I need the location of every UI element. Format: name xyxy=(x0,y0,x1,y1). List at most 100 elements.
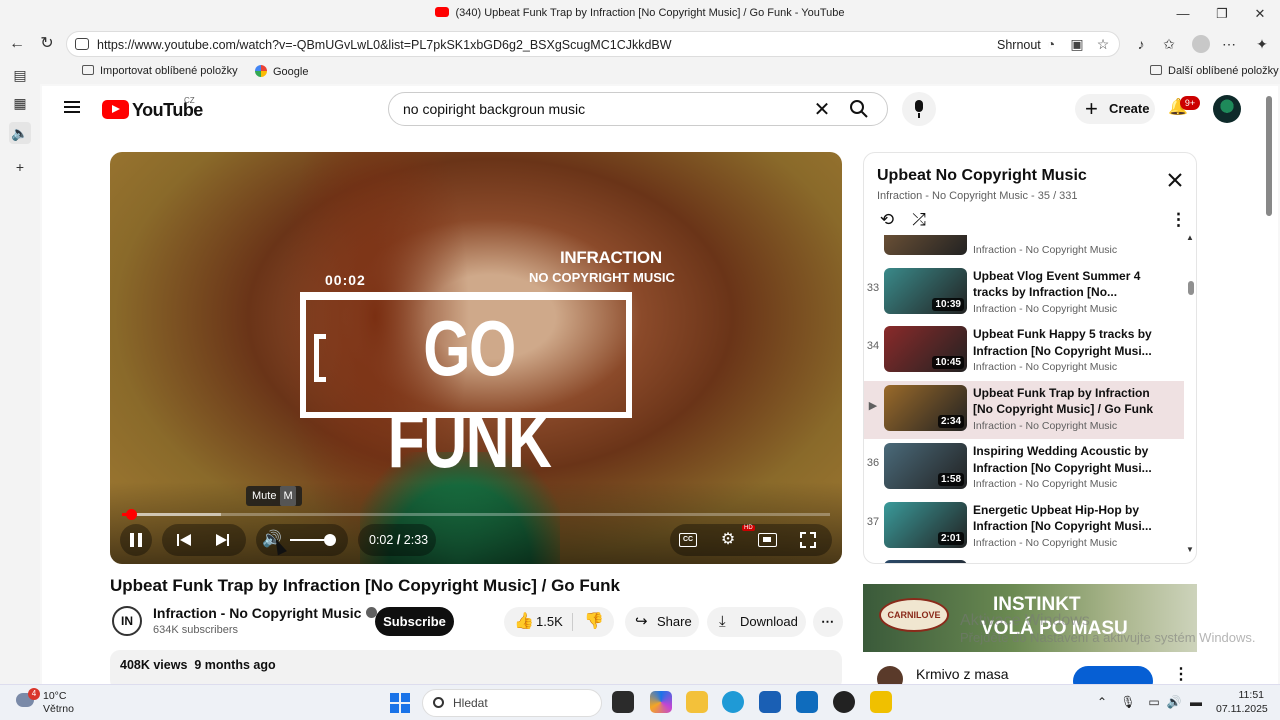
voice-search-icon[interactable] xyxy=(902,92,936,126)
subscribe-button[interactable]: Subscribe xyxy=(375,607,454,636)
playlist-item-title[interactable]: Upbeat Funk Happy 5 tracks by Infraction… xyxy=(973,326,1163,358)
audio-playing-icon[interactable]: 🔈 xyxy=(9,122,31,144)
more-menu-icon[interactable]: ⋯ xyxy=(1220,35,1238,53)
bookmark-google[interactable]: Google xyxy=(255,65,308,78)
captions-icon[interactable]: CC xyxy=(679,533,697,547)
download-button[interactable]: ⤓ Download xyxy=(707,607,806,637)
split-screen-icon[interactable]: ▣ xyxy=(1069,36,1085,52)
site-info-icon[interactable] xyxy=(75,38,89,50)
account-avatar[interactable] xyxy=(1213,95,1241,123)
clear-search-icon[interactable]: ✕ xyxy=(809,97,835,123)
playlist-item[interactable]: Technology Stylish Finance by xyxy=(864,556,1184,563)
scroll-up-icon[interactable]: ▲ xyxy=(1186,233,1194,242)
playlist-item-thumbnail[interactable]: 1:58 xyxy=(884,443,967,489)
copilot-page-icon[interactable]: ◔ xyxy=(1043,36,1059,52)
network-icon[interactable]: ▭ xyxy=(1146,694,1162,710)
playlist-item[interactable]: 34 10:45 Upbeat Funk Happy 5 tracks by Inf… xyxy=(864,322,1184,380)
search-box[interactable]: no copiright backgroun music ✕ xyxy=(388,92,888,126)
tab-actions-icon[interactable]: ▤ xyxy=(9,64,31,86)
ad-sponsor-avatar[interactable] xyxy=(877,666,903,684)
summarize-button[interactable]: Shrnout xyxy=(997,38,1041,52)
minimize-button[interactable]: — xyxy=(1168,4,1198,24)
system-clock[interactable]: 11:51 07.11.2025 xyxy=(1216,688,1268,716)
playlist-item-title[interactable]: Inspiring Wedding Acoustic by Infraction… xyxy=(973,443,1163,475)
channel-avatar[interactable]: IN xyxy=(112,606,142,636)
search-icon[interactable] xyxy=(849,99,869,119)
copilot-icon[interactable]: ✦ xyxy=(1253,35,1271,53)
extensions-icon[interactable]: ♪ xyxy=(1132,35,1150,53)
profile-avatar[interactable] xyxy=(1192,35,1210,53)
dislike-icon[interactable]: 👎 xyxy=(584,607,604,637)
playlist-item-title[interactable]: Upbeat Vlog Event Summer 4 tracks by Inf… xyxy=(973,268,1163,300)
taskbar-search[interactable]: Hledat xyxy=(422,689,602,717)
like-count[interactable]: 1.5K xyxy=(536,607,563,637)
bookmark-other-favorites[interactable]: Další oblíbené položky xyxy=(1150,65,1279,77)
playlist-item-thumbnail[interactable]: 2:01 xyxy=(884,501,967,548)
favorite-star-icon[interactable]: ☆ xyxy=(1095,36,1111,52)
bookmark-import[interactable]: Importovat oblíbené položky xyxy=(82,65,238,77)
share-button[interactable]: ↪ Share xyxy=(625,607,699,637)
store-icon[interactable] xyxy=(759,691,781,713)
address-bar[interactable]: https://www.youtube.com/watch?v=-QBmUGvL… xyxy=(66,31,1120,57)
workspaces-icon[interactable]: ▦ xyxy=(9,92,31,114)
settings-gear-icon[interactable]: ⚙ xyxy=(716,528,740,552)
playlist-title[interactable]: Upbeat No Copyright Music xyxy=(877,167,1087,185)
menu-icon[interactable] xyxy=(64,101,80,113)
channel-name[interactable]: Infraction - No Copyright Music xyxy=(153,605,378,621)
playlist-item-title[interactable]: Upbeat Funk Trap by Infraction [No Copyr… xyxy=(973,385,1163,417)
playlist-item[interactable]: ▶ 2:34 Upbeat Funk Trap by Infraction [No … xyxy=(864,380,1184,439)
pinned-app-icon[interactable] xyxy=(870,691,892,713)
battery-icon[interactable]: ▬ xyxy=(1188,694,1204,710)
playlist-item-thumbnail[interactable] xyxy=(884,235,967,255)
more-actions-button[interactable]: ⋯ xyxy=(813,607,843,637)
loop-icon[interactable]: ⟲ xyxy=(876,209,898,231)
volume-knob[interactable] xyxy=(324,534,336,546)
favorites-icon[interactable]: ✩ xyxy=(1160,35,1178,53)
playlist-item-thumbnail[interactable]: 10:45 xyxy=(884,326,967,372)
shuffle-icon[interactable]: ⤮ xyxy=(908,209,930,231)
playlist-menu-icon[interactable]: ⋮ xyxy=(1170,209,1187,231)
description-box[interactable]: 408K views 9 months ago xyxy=(110,650,842,684)
close-icon[interactable] xyxy=(1166,171,1184,189)
maximize-button[interactable]: ❐ xyxy=(1207,4,1237,24)
close-window-button[interactable]: ✕ xyxy=(1245,4,1275,24)
progress-track[interactable] xyxy=(122,513,830,516)
new-tab-icon[interactable]: + xyxy=(9,156,31,178)
playlist-item[interactable]: 36 1:58 Inspiring Wedding Acoustic by Infr… xyxy=(864,439,1184,497)
playlist-item[interactable]: 37 2:01 Energetic Upbeat Hip-Hop by Infrac… xyxy=(864,498,1184,556)
channel-name-text[interactable]: Infraction - No Copyright Music xyxy=(153,605,361,621)
page-scrollbar[interactable] xyxy=(1266,96,1272,216)
start-windows-icon[interactable] xyxy=(390,693,410,713)
video-player[interactable]: INFRACTION NO COPYRIGHT MUSIC 00:02 GO F… xyxy=(110,152,842,564)
edge-browser-icon[interactable] xyxy=(722,691,744,713)
playlist-scrollbar[interactable] xyxy=(1188,281,1194,295)
playlist-item-title[interactable]: Energetic Upbeat Hip-Hop by Infraction [… xyxy=(973,502,1163,534)
previous-icon[interactable] xyxy=(172,528,196,552)
playlist-item[interactable]: Infraction - No Copyright Music xyxy=(864,235,1184,263)
playlist-item-thumbnail[interactable]: 2:34 xyxy=(884,384,967,431)
back-icon[interactable]: ← xyxy=(4,32,30,56)
file-explorer-icon[interactable] xyxy=(686,691,708,713)
playlist-item-title[interactable] xyxy=(973,235,1163,241)
microphone-icon[interactable]: 🎙 xyxy=(1120,694,1136,710)
media-app-icon[interactable] xyxy=(833,691,855,713)
task-view-icon[interactable] xyxy=(612,691,634,713)
search-input[interactable]: no copiright backgroun music xyxy=(403,101,585,117)
refresh-icon[interactable]: ↻ xyxy=(34,32,60,56)
ad-menu-icon[interactable]: ⋮ xyxy=(1173,664,1189,684)
ad-sponsor-title[interactable]: Krmivo z masa xyxy=(916,666,1009,682)
like-icon[interactable]: 👍 xyxy=(514,607,534,637)
scroll-down-icon[interactable]: ▼ xyxy=(1186,545,1194,554)
playlist-item[interactable]: 33 10:39 Upbeat Vlog Event Summer 4 tracks… xyxy=(864,264,1184,322)
copilot-app-icon[interactable] xyxy=(650,691,672,713)
speaker-icon[interactable]: 🔊 xyxy=(1166,694,1182,710)
create-button[interactable]: + Create xyxy=(1075,94,1155,124)
playlist-item-title[interactable]: Technology Stylish Finance by xyxy=(973,560,1163,563)
playlist-item-thumbnail[interactable] xyxy=(884,560,967,563)
playlist-item-thumbnail[interactable]: 10:39 xyxy=(884,267,967,314)
ad-cta-button[interactable] xyxy=(1073,666,1153,684)
miniplayer-icon[interactable] xyxy=(758,533,777,547)
fullscreen-icon[interactable] xyxy=(800,532,816,548)
url-text[interactable]: https://www.youtube.com/watch?v=-QBmUGvL… xyxy=(97,38,672,52)
pause-icon[interactable] xyxy=(124,528,148,552)
